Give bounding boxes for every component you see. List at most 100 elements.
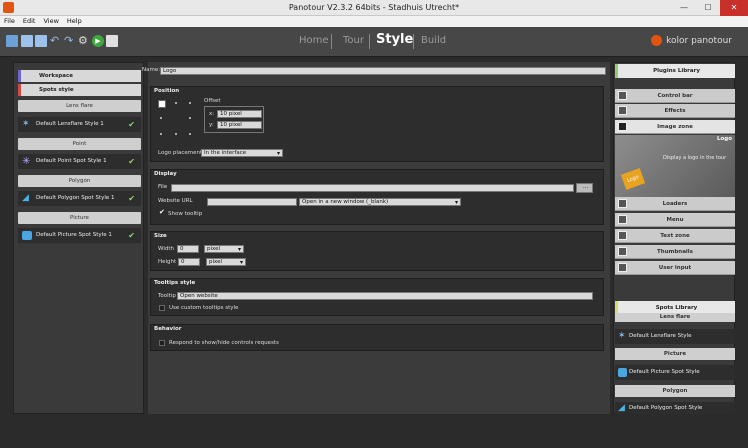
star-icon: ✶ bbox=[618, 331, 626, 341]
file-label: File bbox=[158, 184, 168, 190]
position-section: Position Offset x: 10 pixel y: 10 pixel … bbox=[150, 86, 604, 162]
toolbar: ↶ ↷ ⚙ ▶ Home Tour Style Build kolor pano… bbox=[0, 27, 748, 57]
anchor-bottom-left[interactable] bbox=[160, 133, 162, 135]
size-section: Size Width 0 pixel Height 0 pixel bbox=[150, 231, 604, 271]
check-icon: ✔ bbox=[128, 120, 135, 129]
list-item-picture-style[interactable]: Default Picture Spot Style 1 ✔ bbox=[18, 228, 141, 243]
camera-icon bbox=[22, 231, 32, 240]
custom-tooltip-checkbox[interactable] bbox=[159, 305, 165, 311]
spot-item-label: Default Lensflare Style bbox=[629, 333, 692, 339]
menu-bar: File Edit View Help bbox=[0, 16, 748, 27]
anchor-middle-left[interactable] bbox=[160, 117, 162, 119]
right-panel: Plugins Library Control bar Effects Imag… bbox=[613, 62, 735, 414]
wizard-icon[interactable] bbox=[6, 35, 18, 47]
spot-section-polygon[interactable]: Polygon bbox=[615, 385, 735, 397]
plugins-library-header[interactable]: Plugins Library bbox=[615, 64, 735, 78]
menu-view[interactable]: View bbox=[39, 16, 62, 26]
anchor-middle-right[interactable] bbox=[189, 117, 191, 119]
y-label: y: bbox=[209, 122, 214, 128]
plugin-label: Image zone bbox=[657, 124, 693, 130]
anchor-bottom-right[interactable] bbox=[189, 133, 191, 135]
maximize-button[interactable]: ☐ bbox=[696, 0, 720, 16]
spot-item-label: Default Picture Spot Style bbox=[629, 369, 700, 375]
width-unit-select[interactable]: pixel bbox=[204, 245, 244, 253]
tab-home[interactable]: Home bbox=[299, 35, 329, 46]
list-item-lensflare-style[interactable]: ✶ Default Lensflare Style 1 ✔ bbox=[18, 117, 141, 132]
x-label: x: bbox=[209, 111, 215, 117]
tooltip-field[interactable]: Open website bbox=[177, 292, 593, 300]
tab-style[interactable]: Style bbox=[376, 32, 413, 47]
plugin-menu[interactable]: Menu bbox=[615, 213, 735, 227]
logo-placement-label: Logo placement bbox=[158, 150, 203, 156]
undo-icon[interactable]: ↶ bbox=[50, 35, 62, 47]
image-zone-icon bbox=[618, 122, 627, 131]
position-header: Position bbox=[154, 88, 180, 94]
logo-plugin-preview[interactable]: Logo Display a logo in the tour Logo bbox=[615, 135, 735, 197]
spot-section-picture[interactable]: Picture bbox=[615, 348, 735, 360]
y-offset-field[interactable]: 10 pixel bbox=[217, 121, 262, 129]
width-field[interactable]: 0 bbox=[177, 245, 199, 253]
behavior-section: Behavior Respond to show/hide controls r… bbox=[150, 324, 604, 351]
browse-button[interactable]: ... bbox=[576, 183, 593, 193]
name-label: Name: bbox=[142, 67, 161, 73]
show-tooltip-checkbox[interactable]: ✔ bbox=[159, 209, 165, 216]
open-mode-select[interactable]: Open in a new window (_blank) bbox=[299, 198, 461, 206]
behavior-header: Behavior bbox=[154, 326, 182, 332]
spots-style-button[interactable]: Spots style bbox=[18, 84, 141, 96]
anchor-top-left[interactable] bbox=[158, 100, 166, 108]
close-button[interactable]: ✕ bbox=[720, 0, 748, 16]
name-field[interactable]: Logo bbox=[160, 67, 606, 75]
spot-item-polygon[interactable]: ◢ Default Polygon Spot Style bbox=[615, 402, 735, 414]
logo-description: Display a logo in the tour bbox=[663, 155, 727, 161]
section-polygon[interactable]: Polygon bbox=[18, 175, 141, 187]
show-tooltip-label: Show tooltip bbox=[168, 211, 203, 217]
preview-window-icon[interactable] bbox=[106, 35, 118, 47]
plugin-control-bar[interactable]: Control bar bbox=[615, 89, 735, 103]
plugin-image-zone[interactable]: Image zone bbox=[615, 120, 735, 134]
anchor-bottom-center[interactable] bbox=[175, 133, 177, 135]
left-panel: Workspace Spots style Lens flare ✶ Defau… bbox=[13, 62, 144, 414]
tooltips-style-section: Tooltips style Tooltip Open website Use … bbox=[150, 278, 604, 316]
anchor-top-right[interactable] bbox=[189, 102, 191, 104]
star-icon: ✶ bbox=[22, 119, 30, 129]
display-section: Display File ... Website URL Open in a n… bbox=[150, 169, 604, 225]
save-icon[interactable] bbox=[21, 35, 33, 47]
logo-placement-select[interactable]: In the interface bbox=[201, 149, 283, 157]
plugin-thumbnails[interactable]: Thumbnails bbox=[615, 245, 735, 259]
spot-item-picture[interactable]: Default Picture Spot Style bbox=[615, 365, 735, 380]
style-editor: Name: Logo Position Offset x: 10 pixel y… bbox=[142, 62, 610, 414]
workspace-button[interactable]: Workspace bbox=[18, 70, 141, 82]
thumbnails-icon bbox=[618, 247, 627, 256]
plugin-label: Effects bbox=[664, 108, 686, 114]
plugin-effects[interactable]: Effects bbox=[615, 104, 735, 118]
spot-section-lens-flare[interactable]: Lens flare bbox=[615, 313, 735, 322]
settings-gear-icon[interactable]: ⚙ bbox=[78, 35, 90, 47]
menu-file[interactable]: File bbox=[0, 16, 19, 26]
spot-item-lensflare[interactable]: ✶ Default Lensflare Style bbox=[615, 329, 735, 344]
anchor-top-center[interactable] bbox=[175, 102, 177, 104]
menu-edit[interactable]: Edit bbox=[19, 16, 40, 26]
redo-icon[interactable]: ↷ bbox=[64, 35, 76, 47]
play-icon[interactable]: ▶ bbox=[92, 35, 104, 47]
menu-help[interactable]: Help bbox=[63, 16, 86, 26]
height-unit-select[interactable]: pixel bbox=[206, 258, 246, 266]
plugin-loaders[interactable]: Loaders bbox=[615, 197, 735, 211]
file-field[interactable] bbox=[171, 184, 574, 192]
polygon-icon: ◢ bbox=[22, 193, 29, 203]
plugin-user-input[interactable]: User input bbox=[615, 261, 735, 275]
x-offset-field[interactable]: 10 pixel bbox=[217, 110, 262, 118]
section-point[interactable]: Point bbox=[18, 138, 141, 150]
minimize-button[interactable]: — bbox=[672, 0, 696, 16]
tab-build[interactable]: Build bbox=[421, 35, 446, 46]
plugin-text-zone[interactable]: Text zone bbox=[615, 229, 735, 243]
website-url-field[interactable] bbox=[207, 198, 297, 206]
save-as-icon[interactable] bbox=[35, 35, 47, 47]
respond-controls-checkbox[interactable] bbox=[159, 340, 165, 346]
section-picture[interactable]: Picture bbox=[18, 212, 141, 224]
section-lens-flare[interactable]: Lens flare bbox=[18, 100, 141, 112]
tab-tour[interactable]: Tour bbox=[343, 35, 364, 46]
list-item-point-style[interactable]: ✳ Default Point Spot Style 1 ✔ bbox=[18, 154, 141, 169]
height-field[interactable]: 0 bbox=[178, 258, 200, 266]
check-icon: ✔ bbox=[128, 157, 135, 166]
list-item-polygon-style[interactable]: ◢ Default Polygon Spot Style 1 ✔ bbox=[18, 191, 141, 206]
